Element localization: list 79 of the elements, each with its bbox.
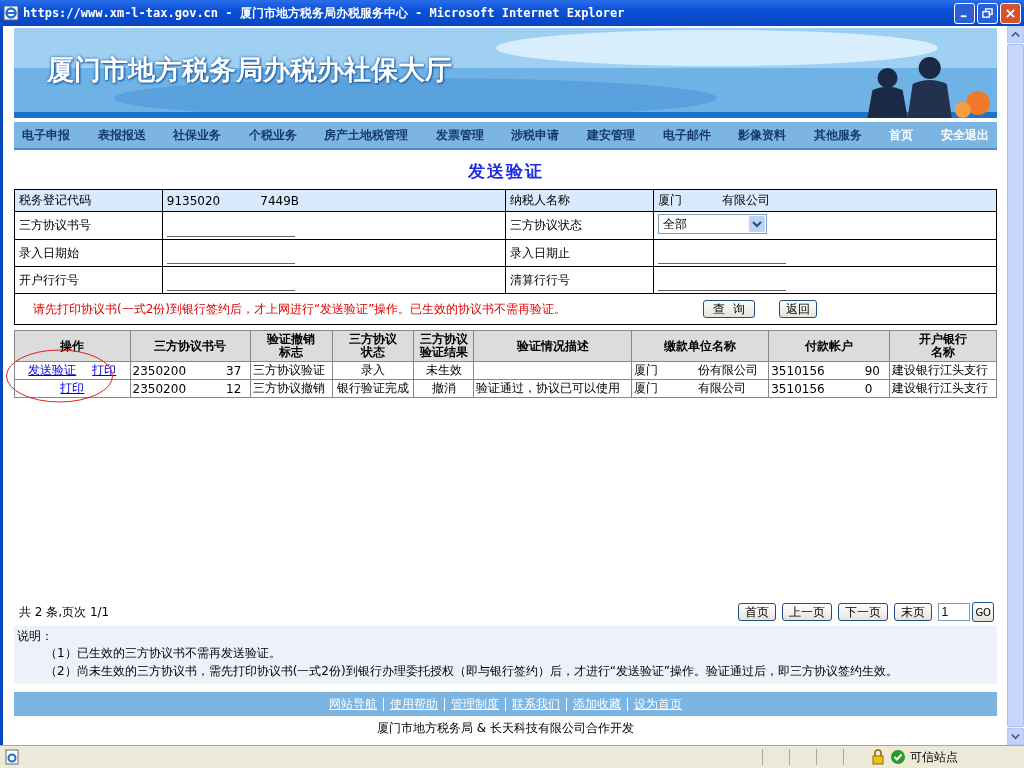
field-label: 三方协议书号 xyxy=(14,211,163,240)
field-label: 三方协议状态 xyxy=(505,211,654,240)
scroll-up-icon[interactable] xyxy=(1011,30,1020,39)
nav-link[interactable]: 房产土地税管理 xyxy=(324,126,409,144)
nav-link[interactable]: 电子申报 xyxy=(22,126,70,144)
field-label: 录入日期始 xyxy=(14,239,163,267)
close-button[interactable] xyxy=(1000,2,1021,24)
nav-link[interactable]: 个税业务 xyxy=(248,126,297,144)
browser-icon xyxy=(3,5,19,21)
table-cell: 银行验证完成 xyxy=(337,381,410,395)
pager-button[interactable]: 下一页 xyxy=(838,603,889,621)
column-header: 开户银行名称 xyxy=(917,333,968,359)
column-header: 三方协议书号 xyxy=(153,339,228,353)
table-cell: 3510156 90 xyxy=(771,363,880,378)
status-dropdown[interactable]: 全部 xyxy=(657,214,767,234)
column-header: 缴款单位名称 xyxy=(663,339,738,353)
column-header: 验证情况描述 xyxy=(515,339,590,353)
table-cell: 厦门 有限公司 xyxy=(634,381,747,395)
pager-button[interactable]: 末页 xyxy=(894,603,933,621)
action-link[interactable]: 发送验证 xyxy=(28,363,77,377)
action-link[interactable]: 打印 xyxy=(60,381,85,395)
nav-link[interactable]: 其他服务 xyxy=(813,126,862,144)
table-cell: 3510156 0 xyxy=(771,381,873,396)
table-cell: 建设银行江头支行 xyxy=(891,363,988,377)
table-cell: 验证通过，协议已可以使用 xyxy=(476,381,621,395)
column-header: 付款帐户 xyxy=(803,339,855,353)
table-cell: 三方协议验证 xyxy=(253,363,326,377)
table-cell: 2350200 12 xyxy=(132,381,242,396)
nav-link[interactable]: 电子邮件 xyxy=(662,126,711,144)
action-link[interactable]: 打印 xyxy=(92,363,117,377)
field-label: 纳税人名称 xyxy=(505,189,654,212)
field-label: 清算行行号 xyxy=(505,266,654,294)
scrollbar[interactable] xyxy=(1007,26,1024,745)
restore-icon[interactable] xyxy=(982,7,993,19)
nav-link[interactable]: 发票管理 xyxy=(435,126,484,144)
field-label: 录入日期止 xyxy=(505,239,654,267)
scroll-down-icon[interactable] xyxy=(1011,732,1020,741)
page-summary: 共 2 条,页次 1/1 xyxy=(19,603,110,621)
back-button[interactable]: 返回 xyxy=(779,300,817,318)
banner-title: 厦门市地方税务局办税办社保大厅 xyxy=(47,53,452,87)
note-text: （2）尚未生效的三方协议书，需先打印协议书(一式2份)到银行办理委托授权（即与银行签约）后，才进行“发送验证”操作。验证通过后，即三方协议签约生效。 xyxy=(44,663,900,680)
column-header: 三方协议状态 xyxy=(348,333,399,359)
table-cell: 2350200 37 xyxy=(132,363,242,378)
close-icon[interactable] xyxy=(1005,7,1016,19)
window-title: https://www.xm-l-tax.gov.cn - 厦门市地方税务局办税服务中心 - Microsoft Internet Explorer xyxy=(23,4,626,22)
field-label: 开户行行号 xyxy=(14,266,163,294)
credit-text: 厦门市地方税务局 & 长天科技有限公司合作开发 xyxy=(376,720,635,737)
table-cell: 撤消 xyxy=(431,381,456,395)
query-button[interactable]: 查 询 xyxy=(703,300,755,318)
note-text: （1）已生效的三方协议书不需再发送验证。 xyxy=(44,645,282,662)
table-cell: 三方协议撤销 xyxy=(253,381,326,395)
minimize-button[interactable] xyxy=(954,2,975,24)
pager-button[interactable]: 首页 xyxy=(738,603,777,621)
column-header: 三方协议验证结果 xyxy=(418,333,469,359)
field-value: 厦门 有限公司 xyxy=(653,189,997,212)
column-header: 操作 xyxy=(59,339,86,353)
notice-text: 请先打印协议书(一式2份)到银行签约后，才上网进行“发送验证”操作。已生效的协议书不需再验证。 xyxy=(32,300,568,318)
check-icon xyxy=(890,749,906,765)
column-header: 验证撤销标志 xyxy=(265,333,317,359)
pager-button[interactable]: 上一页 xyxy=(782,603,833,621)
lock-icon xyxy=(870,749,886,765)
nav-link[interactable]: 影像资料 xyxy=(738,126,787,144)
table-cell: 未生效 xyxy=(425,363,462,377)
go-button[interactable]: GO xyxy=(972,602,994,622)
security-zone: 可信站点 xyxy=(910,748,959,766)
nav-link[interactable]: 涉税申请 xyxy=(511,126,560,144)
page-title: 发送验证 xyxy=(466,160,545,183)
field-value: 9135020 7449B xyxy=(162,189,506,212)
restore-button[interactable] xyxy=(977,2,998,24)
table-cell: 建设银行江头支行 xyxy=(891,381,988,395)
page-number-field[interactable]: 1 xyxy=(938,603,971,621)
page-icon xyxy=(4,749,20,765)
nav-link[interactable]: 社保业务 xyxy=(173,126,222,144)
table-cell: 厦门 份有限公司 xyxy=(634,363,759,377)
field-label: 税务登记代码 xyxy=(14,189,163,212)
notes-title: 说明： xyxy=(17,628,54,644)
nav-link[interactable]: 表报报送 xyxy=(97,126,146,144)
table-cell: 录入 xyxy=(361,363,386,377)
nav-link[interactable]: 建安管理 xyxy=(587,126,636,144)
